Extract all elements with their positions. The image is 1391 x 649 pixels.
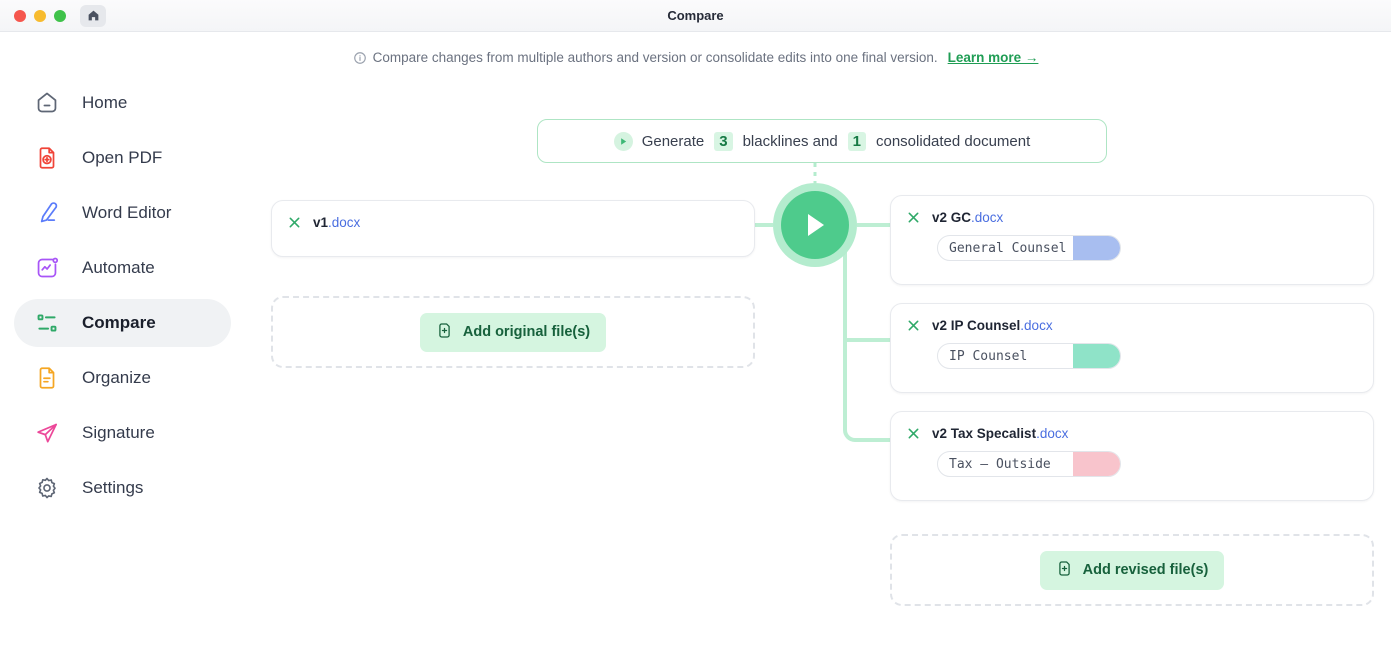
close-x-icon[interactable]: [907, 211, 920, 224]
sidebar-item-label: Settings: [82, 478, 144, 497]
file-card-header: v2 IP Counsel.docx: [891, 304, 1373, 333]
sidebar-item-label: Compare: [82, 313, 156, 332]
author-input[interactable]: IP Counsel: [949, 349, 1027, 364]
author-input[interactable]: General Counsel: [949, 241, 1066, 256]
revised-file-card[interactable]: v2 IP Counsel.docx IP Counsel: [890, 303, 1374, 393]
sidebar: Home Open PDF Word Editor Automate Compa…: [0, 72, 245, 519]
revised-file-card[interactable]: v2 Tax Specalist.docx Tax — Outside: [890, 411, 1374, 501]
file-name-wrap: v2 IP Counsel.docx: [932, 318, 1053, 333]
paper-plane-icon: [32, 418, 62, 448]
author-color-swatch[interactable]: [1073, 236, 1120, 260]
document-count-badge: 1: [847, 131, 866, 151]
author-input[interactable]: Tax — Outside: [949, 457, 1051, 472]
file-plus-circle-icon: [1056, 560, 1073, 581]
sidebar-item-label: Organize: [82, 368, 151, 387]
author-input-wrap[interactable]: General Counsel: [937, 235, 1121, 261]
home-icon: [88, 10, 98, 21]
author-input-wrap[interactable]: IP Counsel: [937, 343, 1121, 369]
activity-square-icon: [32, 253, 62, 283]
file-name: v2 Tax Specalist: [932, 426, 1037, 441]
sidebar-item-settings[interactable]: Settings: [14, 464, 231, 512]
window-titlebar: Compare: [0, 0, 1391, 32]
file-name-wrap: v1.docx: [313, 215, 360, 230]
sidebar-item-compare[interactable]: Compare: [14, 299, 231, 347]
maximize-window-button[interactable]: [54, 9, 66, 22]
close-x-icon[interactable]: [907, 319, 920, 332]
add-original-files-label: Add original file(s): [462, 324, 591, 340]
file-name: v1: [313, 215, 329, 230]
original-dropzone[interactable]: Add original file(s): [271, 296, 755, 368]
learn-more-link[interactable]: Learn more →: [948, 50, 1039, 65]
file-name: v2 GC: [932, 210, 972, 225]
add-revised-files-label: Add revised file(s): [1082, 562, 1209, 578]
revised-file-card[interactable]: v2 GC.docx General Counsel: [890, 195, 1374, 285]
generate-text-after: consolidated document: [876, 132, 1031, 150]
revised-dropzone[interactable]: Add revised file(s): [890, 534, 1374, 606]
run-compare-button[interactable]: [773, 183, 857, 267]
pencil-edit-icon: [32, 198, 62, 228]
sidebar-item-automate[interactable]: Automate: [14, 244, 231, 292]
file-card-header: v2 Tax Specalist.docx: [891, 412, 1373, 441]
file-extension: .docx: [1020, 318, 1053, 333]
sidebar-item-label: Home: [82, 93, 128, 112]
play-circle-icon: [613, 131, 633, 151]
sidebar-item-signature[interactable]: Signature: [14, 409, 231, 457]
sidebar-item-home[interactable]: Home: [14, 79, 231, 127]
file-name: v2 IP Counsel: [932, 318, 1021, 333]
banner-text: Compare changes from multiple authors an…: [372, 50, 938, 65]
minimize-window-button[interactable]: [34, 9, 46, 22]
file-extension: .docx: [1036, 426, 1069, 441]
file-name-wrap: v2 GC.docx: [932, 210, 1003, 225]
blackline-count-badge: 3: [714, 131, 733, 151]
sidebar-item-word-editor[interactable]: Word Editor: [14, 189, 231, 237]
close-x-icon[interactable]: [907, 427, 920, 440]
window-title: Compare: [667, 8, 724, 23]
close-x-icon[interactable]: [288, 216, 301, 229]
file-plus-circle-icon: [436, 322, 453, 343]
sidebar-item-open-pdf[interactable]: Open PDF: [14, 134, 231, 182]
author-color-swatch[interactable]: [1073, 452, 1120, 476]
traffic-lights: [0, 9, 66, 22]
sidebar-item-label: Signature: [82, 423, 155, 442]
file-card-header: v1.docx: [272, 201, 754, 230]
file-lines-icon: [32, 363, 62, 393]
play-triangle-icon: [781, 191, 849, 259]
gear-icon: [32, 473, 62, 503]
file-name-wrap: v2 Tax Specalist.docx: [932, 426, 1068, 441]
close-window-button[interactable]: [14, 9, 26, 22]
git-compare-icon: [32, 308, 62, 338]
file-extension: .docx: [971, 210, 1004, 225]
compare-canvas: Generate 3 blacklines and 1 consolidated…: [245, 72, 1391, 649]
file-extension: .docx: [328, 215, 361, 230]
sidebar-item-label: Open PDF: [82, 148, 163, 167]
generate-text-before: Generate: [641, 132, 705, 150]
home-pentagon-icon: [32, 88, 62, 118]
author-input-wrap[interactable]: Tax — Outside: [937, 451, 1121, 477]
add-revised-files-button[interactable]: Add revised file(s): [1039, 550, 1225, 590]
file-plus-icon: [32, 143, 62, 173]
sidebar-item-label: Automate: [82, 258, 155, 277]
info-circle-icon: [353, 51, 367, 65]
add-original-files-button[interactable]: Add original file(s): [419, 312, 607, 352]
sidebar-item-organize[interactable]: Organize: [14, 354, 231, 402]
original-file-card[interactable]: v1.docx: [271, 200, 755, 257]
file-card-header: v2 GC.docx: [891, 196, 1373, 225]
sidebar-item-label: Word Editor: [82, 203, 172, 222]
generate-text-middle: blacklines and: [742, 132, 838, 150]
info-banner: Compare changes from multiple authors an…: [0, 50, 1391, 65]
generate-button[interactable]: Generate 3 blacklines and 1 consolidated…: [537, 119, 1107, 163]
author-color-swatch[interactable]: [1073, 344, 1120, 368]
titlebar-home-button[interactable]: [80, 4, 106, 27]
